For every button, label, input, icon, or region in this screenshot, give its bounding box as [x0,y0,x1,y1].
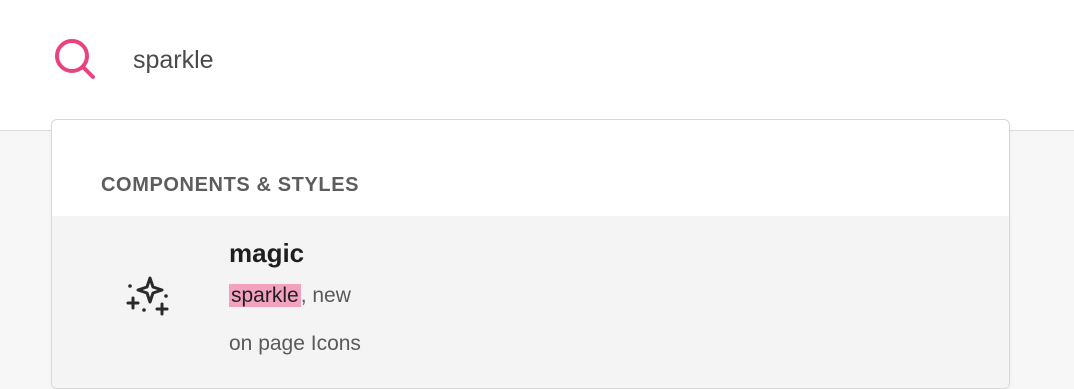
result-name: magic [229,238,305,268]
search-icon [55,39,95,79]
result-location: on page Icons [229,332,361,355]
result-tags-rest: , new [300,284,351,307]
match-highlight: sparkle [229,284,301,307]
search-input[interactable] [133,40,833,80]
search-bar [0,0,1074,131]
sparkle-icon [126,276,169,316]
result-item-magic[interactable]: magic sparkle, new on page Icons [52,216,1009,388]
search-results-dropdown: COMPONENTS & STYLES magic sparkle, new o… [51,119,1010,389]
section-header: COMPONENTS & STYLES [101,174,360,196]
result-tags: sparkle, new [229,284,351,308]
